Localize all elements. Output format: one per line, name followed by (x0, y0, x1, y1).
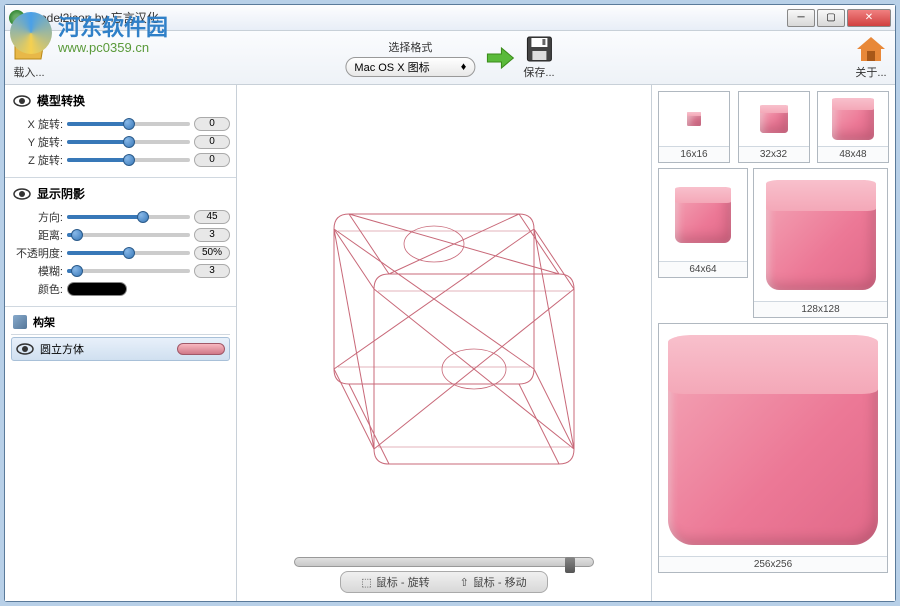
preview-16[interactable]: 16x16 (658, 91, 730, 163)
hint-bar: ⬚鼠标 - 旋转 ⇧鼠标 - 移动 (340, 571, 547, 593)
slider-track[interactable] (67, 265, 190, 277)
slider-value: 0 (194, 117, 230, 131)
slider-label: Y 旋转: (11, 134, 63, 150)
list-item[interactable]: 圆立方体 (11, 337, 230, 361)
slider-row: X 旋转: 0 (11, 115, 230, 133)
slider-track[interactable] (67, 247, 190, 259)
slider-thumb[interactable] (123, 118, 135, 130)
preview-32[interactable]: 32x32 (738, 91, 810, 163)
model-transform-panel: 模型转换 X 旋转: 0 Y 旋转: 0 Z 旋转: 0 (5, 85, 236, 178)
slider-thumb[interactable] (71, 229, 83, 241)
slider-label: 模糊: (11, 263, 63, 279)
sidebar: 模型转换 X 旋转: 0 Y 旋转: 0 Z 旋转: 0 (5, 85, 237, 601)
window-title: model2icon by 忘言汉化 (30, 9, 787, 26)
about-button[interactable]: 关于... (855, 35, 887, 80)
slider-label: 距离: (11, 227, 63, 243)
slider-thumb[interactable] (123, 154, 135, 166)
toolbar: 载入... 选择格式 Mac OS X 图标 ♦ 保存... 关于... (5, 31, 895, 85)
slider-track[interactable] (67, 136, 190, 148)
save-button[interactable]: 保存... (523, 35, 554, 80)
shadow-panel: 显示阴影 方向: 45 距离: 3 不透明度: 50% 模糊: (5, 178, 236, 307)
slider-row: 不透明度: 50% (11, 244, 230, 262)
minimize-button[interactable]: ─ (787, 9, 815, 27)
slider-thumb[interactable] (71, 265, 83, 277)
viewport[interactable]: ⬚鼠标 - 旋转 ⇧鼠标 - 移动 (237, 85, 651, 601)
format-select[interactable]: Mac OS X 图标 ♦ (345, 57, 475, 77)
slider-value: 45 (194, 210, 230, 224)
slider-label: 不透明度: (11, 245, 63, 261)
zoom-slider[interactable] (294, 557, 594, 567)
app-window: model2icon by 忘言汉化 ─ ▢ ✕ 载入... 选择格式 Mac … (4, 4, 896, 602)
slider-value: 3 (194, 228, 230, 242)
structure-panel: 构架 圆立方体 (5, 307, 236, 601)
slider-value: 3 (194, 264, 230, 278)
slider-track[interactable] (67, 118, 190, 130)
slider-track[interactable] (67, 211, 190, 223)
preview-128[interactable]: 128x128 (753, 168, 888, 318)
mouse-icon: ⬚ (361, 576, 371, 589)
slider-value: 50% (194, 246, 230, 260)
slider-row: Y 旋转: 0 (11, 133, 230, 151)
home-icon (855, 35, 887, 63)
slider-row: 距离: 3 (11, 226, 230, 244)
preview-256[interactable]: 256x256 (658, 323, 888, 573)
load-button[interactable]: 载入... (13, 35, 45, 80)
maximize-button[interactable]: ▢ (817, 9, 845, 27)
structure-icon (13, 315, 27, 329)
slider-label: X 旋转: (11, 116, 63, 132)
slider-label: 方向: (11, 209, 63, 225)
close-button[interactable]: ✕ (847, 9, 891, 27)
color-label: 颜色: (11, 281, 63, 297)
slider-row: 方向: 45 (11, 208, 230, 226)
slider-track[interactable] (67, 154, 190, 166)
wireframe-cube (274, 129, 614, 509)
app-icon (9, 10, 25, 26)
slider-thumb[interactable] (123, 247, 135, 259)
slider-label: Z 旋转: (11, 152, 63, 168)
item-name: 圆立方体 (40, 341, 84, 357)
slider-row: 模糊: 3 (11, 262, 230, 280)
color-swatch[interactable] (67, 282, 127, 296)
folder-open-icon (13, 35, 45, 63)
eye-icon[interactable] (13, 187, 31, 201)
preview-48[interactable]: 48x48 (817, 91, 889, 163)
color-swatch[interactable] (177, 343, 225, 355)
floppy-disk-icon (525, 35, 553, 63)
preview-64[interactable]: 64x64 (658, 168, 748, 278)
slider-value: 0 (194, 153, 230, 167)
slider-thumb[interactable] (565, 557, 575, 573)
arrow-right-icon (483, 44, 515, 72)
slider-row: Z 旋转: 0 (11, 151, 230, 169)
format-label: 选择格式 (388, 39, 432, 55)
eye-icon[interactable] (13, 94, 31, 108)
slider-track[interactable] (67, 229, 190, 241)
slider-thumb[interactable] (123, 136, 135, 148)
slider-value: 0 (194, 135, 230, 149)
preview-pane: 16x16 32x32 48x48 64x64 128x12 (651, 85, 895, 601)
slider-thumb[interactable] (137, 211, 149, 223)
eye-icon[interactable] (16, 342, 34, 356)
titlebar[interactable]: model2icon by 忘言汉化 ─ ▢ ✕ (5, 5, 895, 31)
shift-icon: ⇧ (460, 576, 469, 589)
chevron-updown-icon: ♦ (461, 61, 467, 73)
